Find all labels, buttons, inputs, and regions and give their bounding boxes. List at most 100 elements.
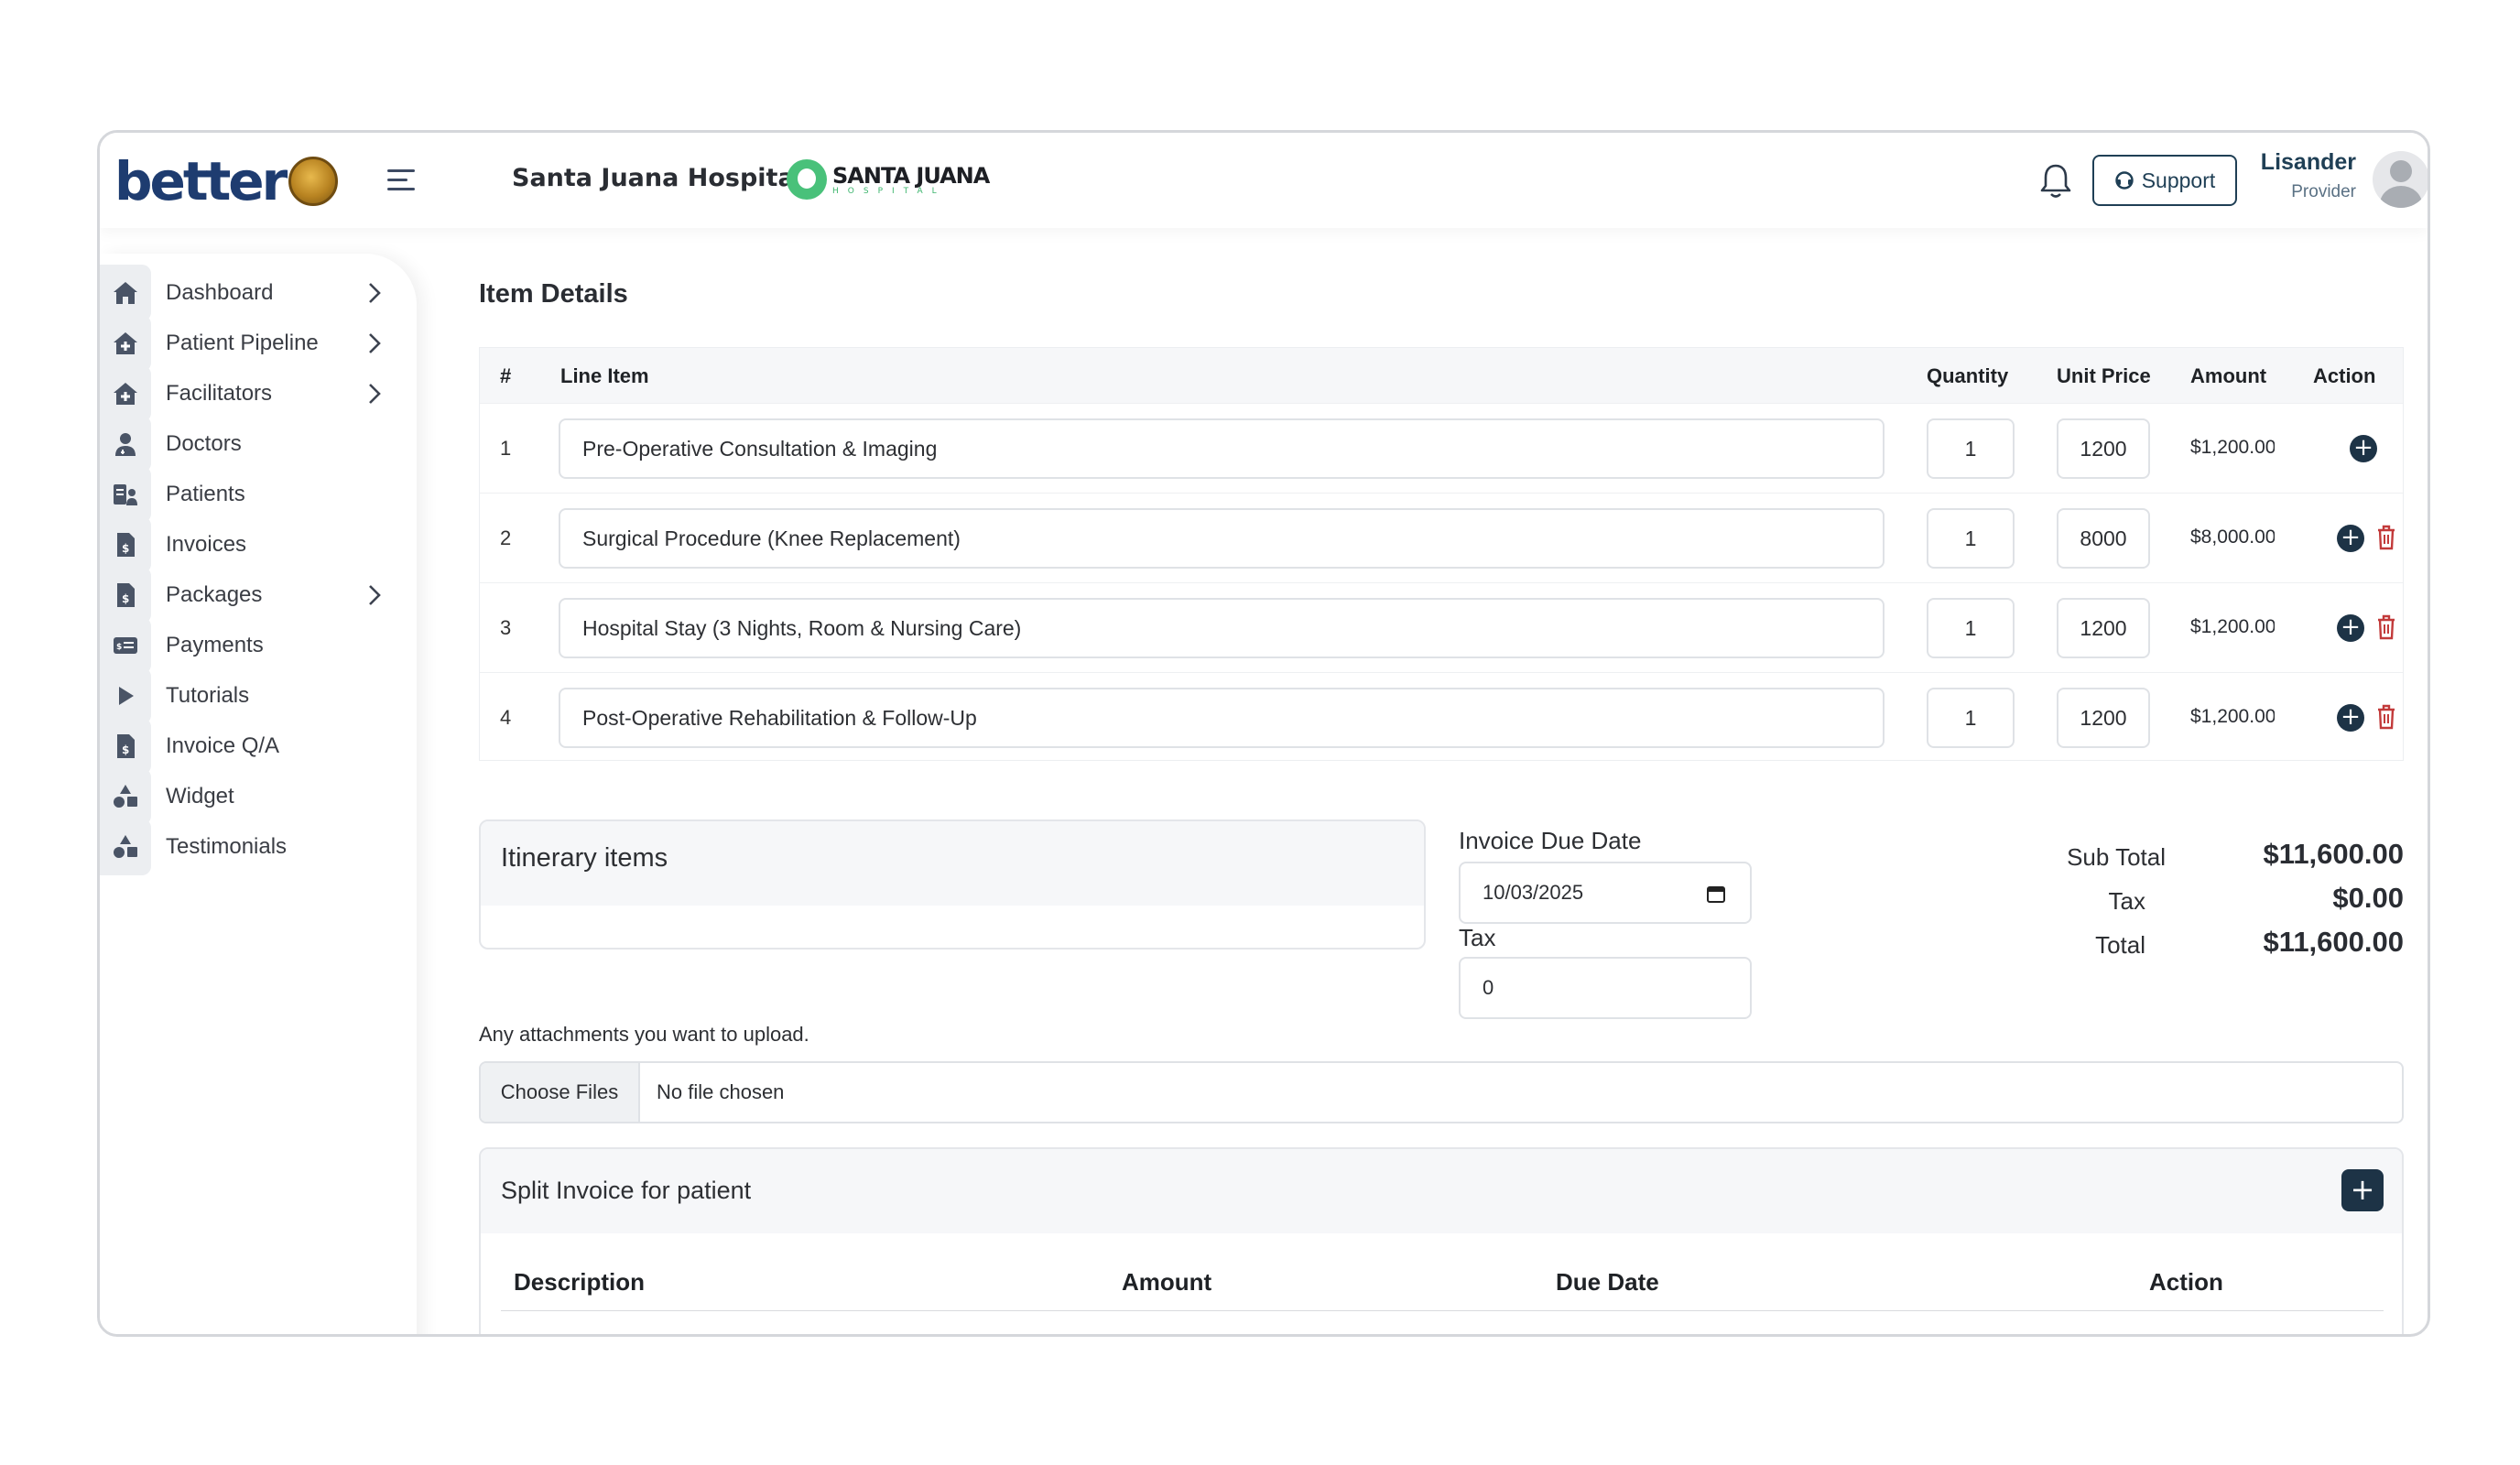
- house-plus-icon: [114, 383, 137, 405]
- sub-total-label: Sub Total: [2067, 843, 2166, 871]
- unit-price-input[interactable]: 1200: [2057, 418, 2150, 479]
- hospital-name: Santa Juana Hospital: [512, 164, 803, 192]
- chevron-right-icon: [369, 384, 381, 404]
- svg-text:$: $: [122, 743, 129, 756]
- quantity-input[interactable]: 1: [1927, 688, 2015, 748]
- row-amount: $1,200.00: [2190, 616, 2275, 637]
- sidebar-item-label: Doctors: [166, 431, 242, 456]
- tax-label: Tax: [1459, 924, 1496, 951]
- main-content: Item Details # Line Item Quantity Unit P…: [462, 228, 2428, 1334]
- row-number: 4: [500, 706, 512, 729]
- sidebar: Dashboard Patient Pipeline Facilitators …: [100, 254, 417, 1334]
- hospital-logo: SANTA JUANA HOSPITAL: [787, 155, 990, 204]
- avatar[interactable]: [2373, 151, 2428, 208]
- total-label: Total: [2095, 931, 2145, 959]
- svg-text:$: $: [122, 592, 129, 605]
- table-header: # Line Item Quantity Unit Price Amount A…: [480, 348, 2403, 403]
- line-item-input[interactable]: Surgical Procedure (Knee Replacement): [559, 508, 1885, 569]
- quantity-input[interactable]: 1: [1927, 508, 2015, 569]
- play-icon: [119, 687, 134, 705]
- trash-icon[interactable]: [2375, 524, 2397, 551]
- sub-total-value: $11,600.00: [2263, 838, 2404, 870]
- attachments-label: Any attachments you want to upload.: [479, 1023, 809, 1046]
- chevron-right-icon: [369, 585, 381, 605]
- col-number: #: [500, 364, 512, 387]
- logo-text: better: [114, 150, 288, 212]
- logo-seal-icon: [288, 157, 339, 206]
- line-items-table: # Line Item Quantity Unit Price Amount A…: [479, 347, 2404, 761]
- house-plus-icon: [114, 332, 137, 354]
- sidebar-item-testimonials[interactable]: Testimonials: [100, 817, 417, 877]
- unit-price-input[interactable]: 1200: [2057, 598, 2150, 658]
- table-row: 2 Surgical Procedure (Knee Replacement) …: [480, 493, 2403, 582]
- user-role: Provider: [2291, 182, 2356, 201]
- row-number: 2: [500, 526, 512, 549]
- col-quantity: Quantity: [1927, 364, 2009, 387]
- add-row-icon[interactable]: +: [2337, 704, 2364, 732]
- add-split-button[interactable]: +: [2341, 1169, 2384, 1211]
- col-action: Action: [2313, 364, 2376, 387]
- doctor-icon: [115, 433, 136, 456]
- split-invoice-panel: Split Invoice for patient + Description …: [479, 1147, 2404, 1334]
- unit-price-input[interactable]: 8000: [2057, 508, 2150, 569]
- col-line-item: Line Item: [560, 364, 649, 387]
- sidebar-item-label: Testimonials: [166, 834, 288, 859]
- due-date-value: 10/03/2025: [1483, 881, 1584, 904]
- add-row-icon[interactable]: +: [2337, 614, 2364, 642]
- notification-bell-icon[interactable]: [2037, 160, 2074, 201]
- user-name[interactable]: Lisander: [2136, 149, 2356, 176]
- payment-card-icon: $: [114, 637, 137, 654]
- quantity-input[interactable]: 1: [1927, 418, 2015, 479]
- chevron-right-icon: [369, 333, 381, 353]
- trash-icon[interactable]: [2375, 613, 2397, 641]
- sidebar-item-label: Tutorials: [166, 683, 250, 708]
- row-amount: $8,000.00: [2190, 526, 2275, 548]
- split-col-action: Action: [2149, 1268, 2223, 1296]
- file-upload-input[interactable]: Choose Files No file chosen: [479, 1061, 2404, 1123]
- sidebar-item-label: Widget: [166, 784, 234, 808]
- tax-input[interactable]: 0: [1459, 957, 1752, 1019]
- svg-text:$: $: [116, 643, 122, 652]
- due-date-input[interactable]: 10/03/2025: [1459, 862, 1752, 924]
- shapes-icon: [114, 835, 137, 858]
- itinerary-panel: Itinerary items: [479, 819, 1426, 950]
- add-row-icon[interactable]: +: [2350, 435, 2377, 462]
- file-status: No file chosen: [657, 1080, 785, 1103]
- sidebar-item-label: Payments: [166, 633, 264, 657]
- table-row: 3 Hospital Stay (3 Nights, Room & Nursin…: [480, 582, 2403, 672]
- sidebar-item-label: Invoice Q/A: [166, 733, 280, 758]
- patients-icon: [114, 484, 137, 505]
- better-logo[interactable]: better: [114, 149, 339, 213]
- shapes-icon: [114, 785, 137, 808]
- divider: [501, 1310, 2384, 1311]
- split-col-amount: Amount: [1122, 1268, 1212, 1296]
- invoice-icon: $: [117, 533, 135, 557]
- split-invoice-header: Split Invoice for patient +: [481, 1149, 2402, 1233]
- top-header: better Santa Juana Hospital SANTA JUANA …: [100, 133, 2428, 228]
- trash-icon[interactable]: [2375, 703, 2397, 731]
- sidebar-item-label: Invoices: [166, 532, 247, 557]
- invoice-icon: $: [117, 734, 135, 758]
- menu-toggle-icon[interactable]: [387, 169, 415, 193]
- choose-files-button[interactable]: Choose Files: [481, 1063, 640, 1122]
- add-row-icon[interactable]: +: [2337, 525, 2364, 552]
- row-amount: $1,200.00: [2190, 706, 2275, 727]
- split-col-due-date: Due Date: [1556, 1268, 1659, 1296]
- line-item-input[interactable]: Pre-Operative Consultation & Imaging: [559, 418, 1885, 479]
- headset-icon: [2115, 171, 2134, 190]
- table-row: 1 Pre-Operative Consultation & Imaging 1…: [480, 403, 2403, 493]
- invoice-icon: $: [117, 583, 135, 607]
- due-date-label: Invoice Due Date: [1459, 827, 1642, 854]
- hospital-mark-icon: [787, 159, 827, 200]
- line-item-input[interactable]: Hospital Stay (3 Nights, Room & Nursing …: [559, 598, 1885, 658]
- svg-text:$: $: [122, 542, 129, 555]
- item-details-title: Item Details: [479, 279, 628, 309]
- row-number: 1: [500, 437, 512, 460]
- unit-price-input[interactable]: 1200: [2057, 688, 2150, 748]
- row-amount: $1,200.00: [2190, 437, 2275, 458]
- line-item-input[interactable]: Post-Operative Rehabilitation & Follow-U…: [559, 688, 1885, 748]
- quantity-input[interactable]: 1: [1927, 598, 2015, 658]
- calendar-icon[interactable]: [1706, 884, 1726, 904]
- chevron-right-icon: [369, 283, 381, 303]
- itinerary-title: Itinerary items: [481, 821, 1424, 906]
